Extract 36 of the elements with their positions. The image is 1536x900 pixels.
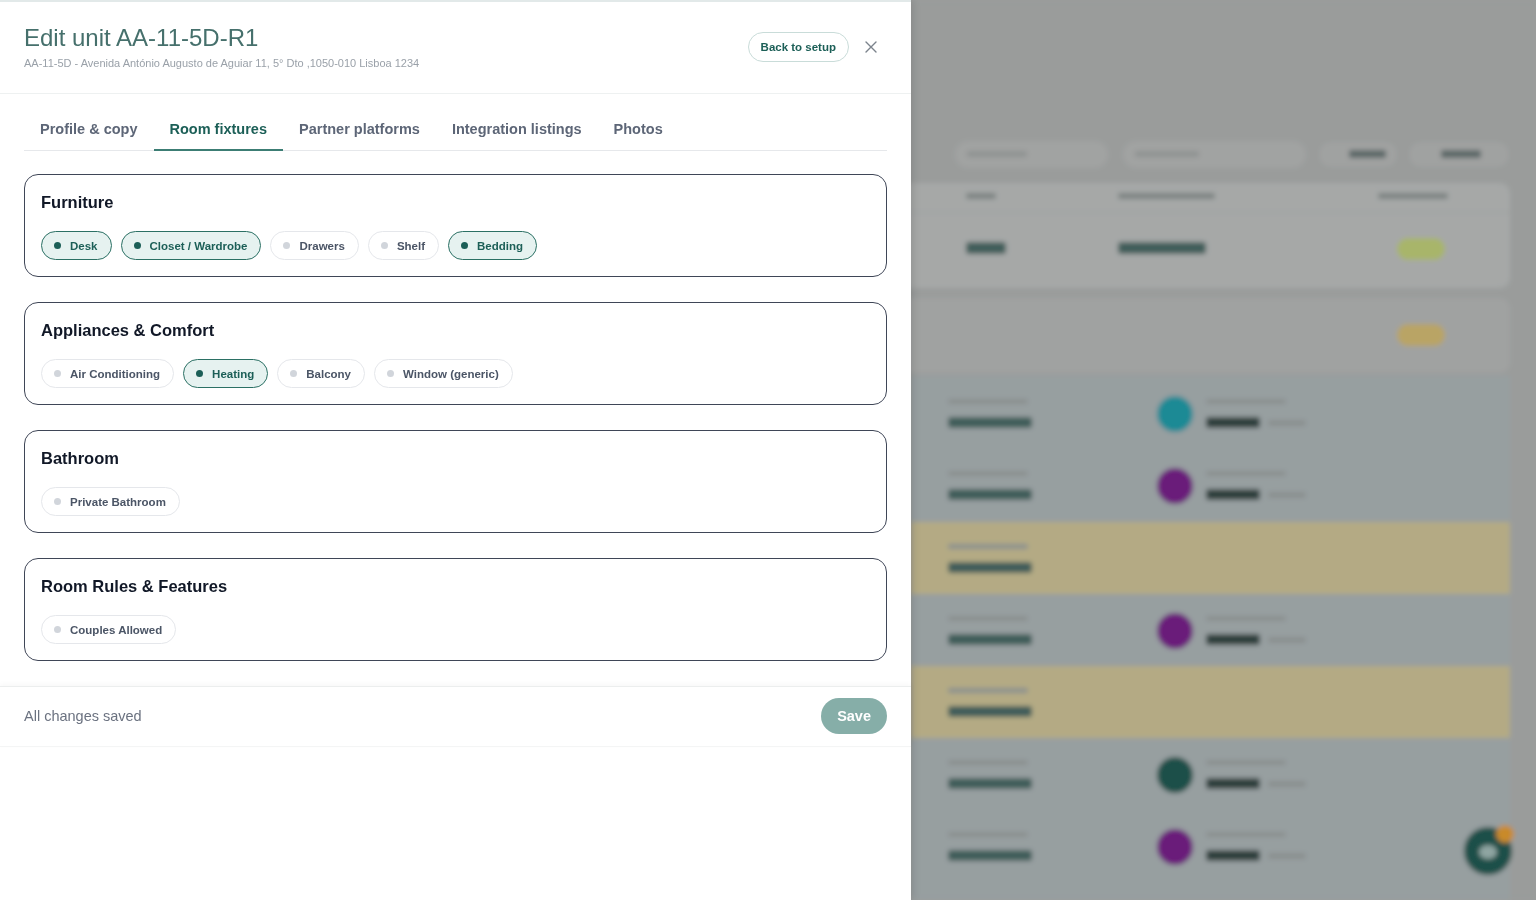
dot-icon (54, 498, 61, 505)
dot-icon (133, 242, 141, 249)
tab[interactable]: Photos (597, 108, 679, 151)
fixture-chip[interactable]: Balcony (277, 359, 365, 388)
tab[interactable]: Profile & copy (24, 108, 154, 151)
fixture-chip[interactable]: Window (generic) (374, 359, 513, 388)
fixture-chip[interactable]: Desk (41, 231, 112, 260)
fixture-chip[interactable]: Closet / Wardrobe (120, 231, 262, 260)
fixture-chip[interactable]: Private Bathroom (41, 487, 180, 516)
section-title: Furniture (41, 192, 115, 213)
fixture-chip[interactable]: Drawers (270, 231, 359, 260)
fixture-chip[interactable]: Heating (183, 359, 269, 388)
dot-icon (196, 370, 204, 377)
section-title: Room Rules & Features (41, 576, 229, 597)
drawer-title: Edit unit AA-11-5D-R1 (24, 23, 260, 53)
dot-icon (283, 242, 291, 249)
tab[interactable]: Partner platforms (283, 108, 436, 151)
close-icon (865, 41, 877, 53)
dot-icon (54, 626, 61, 633)
back-to-setup-button[interactable]: Back to setup (747, 32, 849, 62)
save-status: All changes saved (24, 708, 142, 724)
dot-icon (387, 370, 394, 377)
dot-icon (54, 242, 61, 249)
section-title: Bathroom (41, 448, 120, 469)
dot-icon (54, 370, 61, 377)
fixture-chip[interactable]: Couples Allowed (41, 615, 177, 644)
tab[interactable]: Room fixtures (153, 108, 283, 151)
fixture-chip[interactable]: Bedding (448, 231, 537, 260)
dot-icon (380, 242, 388, 249)
fixture-chip[interactable]: Air Conditioning (41, 359, 175, 388)
fixture-chip[interactable]: Shelf (367, 231, 439, 260)
section-title: Appliances & Comfort (41, 320, 216, 341)
dot-icon (461, 242, 468, 249)
dot-icon (290, 370, 298, 377)
unit-address: AA-11-5D - Avenida António Augusto de Aguiar 11, 5° Dto ,1050-010 Lisboa 1234 (24, 56, 420, 71)
tab[interactable]: Integration listings (435, 108, 598, 151)
